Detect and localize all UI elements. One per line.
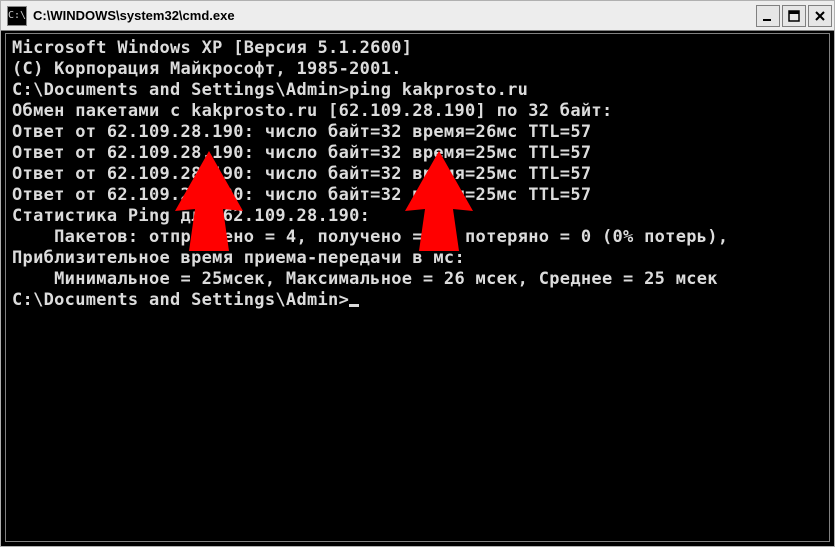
terminal-line: Ответ от 62.109.28.190: число байт=32 вр…	[12, 164, 823, 185]
terminal-line: C:\Documents and Settings\Admin>	[12, 290, 823, 311]
terminal-line: (С) Корпорация Майкрософт, 1985-2001.	[12, 59, 823, 80]
titlebar: C:\ C:\WINDOWS\system32\cmd.exe	[1, 1, 834, 31]
terminal-line: Пакетов: отправлено = 4, получено = 4, п…	[12, 227, 823, 248]
terminal-line: Ответ от 62.109.28.190: число байт=32 вр…	[12, 143, 823, 164]
window-controls	[756, 5, 832, 27]
maximize-button[interactable]	[782, 5, 806, 27]
close-button[interactable]	[808, 5, 832, 27]
terminal-line: Минимальное = 25мсек, Максимальное = 26 …	[12, 269, 823, 290]
app-icon-glyph: C:\	[8, 10, 26, 21]
terminal-line: Ответ от 62.109.28.190: число байт=32 вр…	[12, 122, 823, 143]
minimize-button[interactable]	[756, 5, 780, 27]
terminal-client-area[interactable]: Microsoft Windows XP [Версия 5.1.2600](С…	[5, 33, 830, 542]
terminal-line: Ответ от 62.109.28.190: число байт=32 вр…	[12, 185, 823, 206]
cmd-window: C:\ C:\WINDOWS\system32\cmd.exe Microsof…	[0, 0, 835, 547]
terminal-line: Microsoft Windows XP [Версия 5.1.2600]	[12, 38, 823, 59]
window-title: C:\WINDOWS\system32\cmd.exe	[33, 8, 756, 23]
terminal-output: Microsoft Windows XP [Версия 5.1.2600](С…	[12, 38, 823, 311]
terminal-line: C:\Documents and Settings\Admin>ping kak…	[12, 80, 823, 101]
cursor	[349, 304, 359, 307]
terminal-line: Статистика Ping для 62.109.28.190:	[12, 206, 823, 227]
app-icon: C:\	[7, 6, 27, 26]
terminal-line: Приблизительное время приема-передачи в …	[12, 248, 823, 269]
terminal-line: Обмен пакетами с kakprosto.ru [62.109.28…	[12, 101, 823, 122]
